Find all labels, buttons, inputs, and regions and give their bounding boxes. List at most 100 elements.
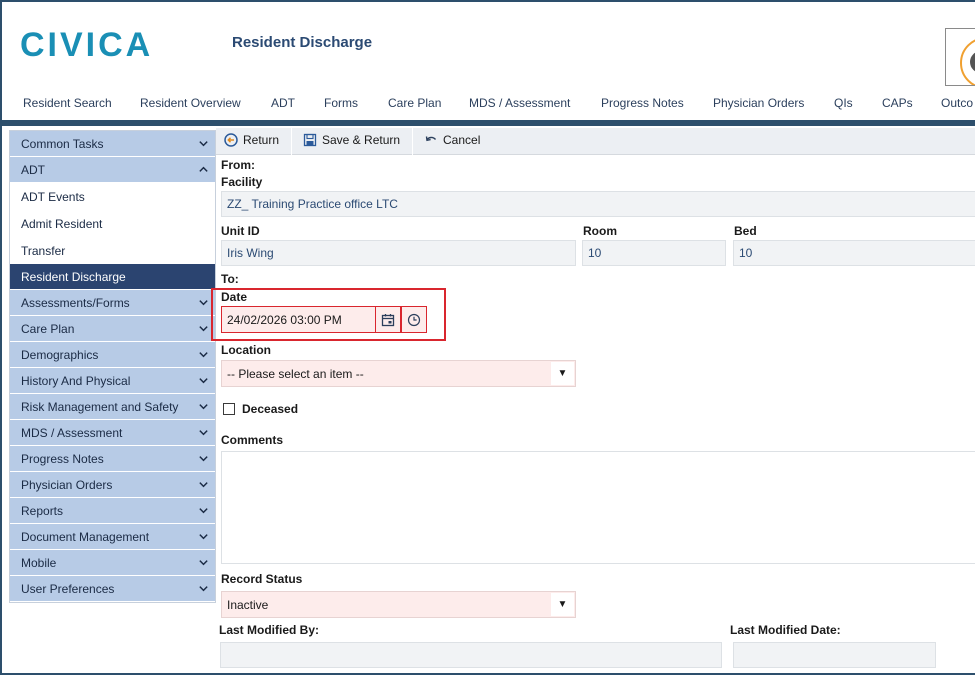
record-status-label: Record Status bbox=[221, 572, 303, 586]
sidebar-item-label: Transfer bbox=[21, 243, 66, 258]
nav-divider bbox=[2, 120, 975, 126]
caret-down-icon[interactable]: ▼ bbox=[551, 593, 574, 616]
calendar-button[interactable] bbox=[375, 306, 401, 333]
sidebar-item-mds-assessment[interactable]: MDS / Assessment bbox=[10, 420, 215, 446]
page-title: Resident Discharge bbox=[232, 34, 373, 51]
record-status-select[interactable]: Inactive ▼ bbox=[221, 591, 576, 618]
save-icon bbox=[303, 133, 317, 147]
chevron-down-icon bbox=[199, 586, 208, 592]
sidebar-item-label: ADT Events bbox=[21, 189, 85, 204]
save-return-label: Save & Return bbox=[322, 133, 401, 147]
toolbar-divider bbox=[291, 128, 292, 155]
facility-field: ZZ_ Training Practice office LTC bbox=[221, 191, 975, 217]
from-heading: From: bbox=[221, 158, 255, 172]
chevron-down-icon bbox=[199, 456, 208, 462]
sidebar-item-adt[interactable]: ADT bbox=[10, 157, 215, 183]
deceased-checkbox[interactable] bbox=[223, 403, 235, 415]
chevron-down-icon bbox=[199, 326, 208, 332]
unit-id-field: Iris Wing bbox=[221, 240, 576, 266]
facility-label: Facility bbox=[221, 175, 263, 189]
comments-label: Comments bbox=[221, 433, 284, 447]
undo-icon bbox=[425, 136, 437, 142]
calendar-icon bbox=[381, 313, 395, 326]
caret-down-icon[interactable]: ▼ bbox=[551, 362, 574, 385]
sidebar-item-label: MDS / Assessment bbox=[21, 425, 123, 440]
nav-qis[interactable]: QIs bbox=[834, 96, 853, 110]
sidebar-item-transfer[interactable]: Transfer bbox=[10, 237, 215, 264]
chevron-up-icon bbox=[199, 166, 208, 172]
chevron-down-icon bbox=[199, 404, 208, 410]
sidebar-item-label: Mobile bbox=[21, 555, 57, 570]
toolbar-divider bbox=[412, 128, 413, 155]
app-window: CIVICA Resident Discharge Resident Searc… bbox=[0, 0, 975, 675]
sidebar-item-common-tasks[interactable]: Common Tasks bbox=[10, 131, 215, 157]
nav-mds-assessment[interactable]: MDS / Assessment bbox=[469, 96, 570, 110]
action-toolbar: Return Save & Return Cancel bbox=[216, 128, 975, 155]
sidebar-item-progress-notes[interactable]: Progress Notes bbox=[10, 446, 215, 472]
sidebar-item-label: Risk Management and Safety bbox=[21, 399, 179, 414]
sidebar-item-history-physical[interactable]: History And Physical bbox=[10, 368, 215, 394]
deceased-label: Deceased bbox=[242, 402, 299, 416]
sidebar-item-resident-discharge[interactable]: Resident Discharge bbox=[10, 264, 215, 290]
unit-id-label: Unit ID bbox=[221, 224, 260, 238]
sidebar-item-document-management[interactable]: Document Management bbox=[10, 524, 215, 550]
sidebar-item-reports[interactable]: Reports bbox=[10, 498, 215, 524]
nav-progress-notes[interactable]: Progress Notes bbox=[601, 96, 684, 110]
sidebar-item-label: Demographics bbox=[21, 347, 99, 362]
sidebar-item-label: Document Management bbox=[21, 529, 150, 544]
sidebar-item-care-plan[interactable]: Care Plan bbox=[10, 316, 215, 342]
sidebar-item-assessments-forms[interactable]: Assessments/Forms bbox=[10, 290, 215, 316]
save-return-button[interactable]: Save & Return bbox=[303, 133, 400, 147]
chevron-down-icon bbox=[199, 352, 208, 358]
clock-icon bbox=[407, 313, 421, 326]
nav-resident-overview[interactable]: Resident Overview bbox=[140, 96, 241, 110]
chevron-down-icon bbox=[199, 534, 208, 540]
chevron-down-icon bbox=[199, 141, 208, 147]
return-circle-icon bbox=[224, 133, 238, 147]
location-label: Location bbox=[221, 343, 271, 357]
date-label: Date bbox=[221, 290, 248, 304]
to-heading: To: bbox=[221, 272, 239, 286]
sidebar-item-label: User Preferences bbox=[21, 581, 115, 596]
sidebar-item-label: Common Tasks bbox=[21, 136, 104, 151]
chevron-down-icon bbox=[199, 482, 208, 488]
nav-physician-orders[interactable]: Physician Orders bbox=[713, 96, 804, 110]
cancel-button[interactable]: Cancel bbox=[424, 133, 480, 147]
nav-outcomes[interactable]: Outco bbox=[941, 96, 973, 110]
nav-adt[interactable]: ADT bbox=[271, 96, 295, 110]
sidebar-item-label: Care Plan bbox=[21, 321, 75, 336]
sidebar-item-admit-resident[interactable]: Admit Resident bbox=[10, 210, 215, 237]
sidebar-item-label: Physician Orders bbox=[21, 477, 113, 492]
sidebar-item-adt-events[interactable]: ADT Events bbox=[10, 183, 215, 210]
sidebar-item-user-preferences[interactable]: User Preferences bbox=[10, 576, 215, 602]
return-button[interactable]: Return bbox=[224, 133, 279, 147]
bed-label: Bed bbox=[734, 224, 757, 238]
location-select[interactable]: -- Please select an item -- ▼ bbox=[221, 360, 576, 387]
sidebar: Common Tasks ADT ADT Events Admit Reside… bbox=[9, 130, 216, 603]
sidebar-item-label: Resident Discharge bbox=[21, 269, 126, 284]
last-modified-by-field bbox=[220, 642, 722, 668]
room-label: Room bbox=[583, 224, 617, 238]
avatar[interactable] bbox=[945, 28, 975, 86]
chevron-down-icon bbox=[199, 560, 208, 566]
sidebar-item-label: ADT bbox=[21, 162, 45, 177]
discharge-date-input[interactable]: 24/02/2026 03:00 PM bbox=[221, 306, 376, 333]
nav-resident-search[interactable]: Resident Search bbox=[23, 96, 112, 110]
sidebar-item-label: Admit Resident bbox=[21, 216, 103, 231]
chevron-down-icon bbox=[199, 378, 208, 384]
time-picker-button[interactable] bbox=[401, 306, 427, 333]
cancel-label: Cancel bbox=[443, 133, 481, 147]
sidebar-item-label: Assessments/Forms bbox=[21, 295, 130, 310]
bed-field: 10 bbox=[733, 240, 975, 266]
nav-care-plan[interactable]: Care Plan bbox=[388, 96, 441, 110]
comments-textarea[interactable] bbox=[221, 451, 975, 564]
sidebar-item-mobile[interactable]: Mobile bbox=[10, 550, 215, 576]
civica-logo[interactable]: CIVICA bbox=[20, 26, 153, 65]
sidebar-item-demographics[interactable]: Demographics bbox=[10, 342, 215, 368]
nav-caps[interactable]: CAPs bbox=[882, 96, 913, 110]
nav-forms[interactable]: Forms bbox=[324, 96, 358, 110]
return-label: Return bbox=[243, 133, 280, 147]
sidebar-item-label: History And Physical bbox=[21, 373, 131, 388]
sidebar-item-risk-management[interactable]: Risk Management and Safety bbox=[10, 394, 215, 420]
sidebar-item-physician-orders[interactable]: Physician Orders bbox=[10, 472, 215, 498]
